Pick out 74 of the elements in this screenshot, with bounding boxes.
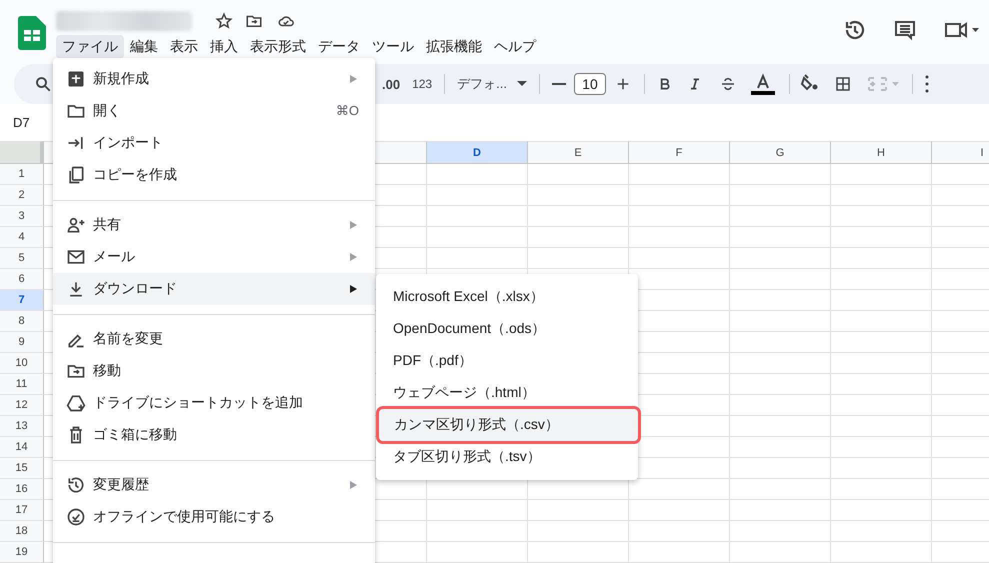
menu-bar-item[interactable]: ヘルプ bbox=[488, 35, 542, 59]
merge-cells-icon bbox=[866, 75, 900, 93]
row-header[interactable]: 13 bbox=[0, 416, 44, 437]
menu-item[interactable]: 共有 bbox=[53, 209, 375, 241]
menu-item[interactable]: メール bbox=[53, 241, 375, 273]
borders-icon bbox=[834, 75, 852, 93]
menu-bar-item[interactable]: ファイル bbox=[56, 35, 124, 59]
menu-item[interactable]: インポート bbox=[53, 127, 375, 159]
menu-item[interactable]: 開く ⌘O bbox=[53, 95, 375, 127]
menu-bar-item[interactable]: データ bbox=[312, 35, 366, 59]
star-icon bbox=[215, 12, 233, 30]
number-format-button[interactable]: 123 bbox=[412, 77, 432, 91]
column-header[interactable]: D bbox=[427, 141, 528, 164]
column-header[interactable]: G bbox=[730, 141, 831, 164]
plus-sheet-icon bbox=[66, 69, 86, 89]
drive-add-icon bbox=[66, 393, 86, 413]
row-header[interactable]: 1 bbox=[0, 164, 44, 185]
row-header[interactable]: 17 bbox=[0, 500, 44, 521]
menu-bar-item[interactable]: 編集 bbox=[124, 35, 164, 59]
row-header[interactable]: 8 bbox=[0, 311, 44, 332]
menu-item[interactable]: 名前を変更 bbox=[53, 323, 375, 355]
column-header[interactable]: F bbox=[629, 141, 730, 164]
comment-icon[interactable] bbox=[893, 18, 917, 42]
menu-bar-item[interactable]: 挿入 bbox=[204, 35, 244, 59]
row-header[interactable]: 6 bbox=[0, 269, 44, 290]
menu-item[interactable]: ドライブにショートカットを追加 bbox=[53, 387, 375, 419]
row-header[interactable]: 5 bbox=[0, 248, 44, 269]
caret-icon bbox=[516, 81, 527, 87]
row-header[interactable]: 11 bbox=[0, 374, 44, 395]
menu-item[interactable]: ゴミ箱に移動 bbox=[53, 419, 375, 451]
row-header[interactable]: 2 bbox=[0, 185, 44, 206]
history-icon bbox=[66, 475, 86, 495]
submenu-item[interactable]: Microsoft Excel（.xlsx） bbox=[376, 281, 638, 313]
menu-item[interactable]: コピーを作成 bbox=[53, 159, 375, 191]
submenu-item[interactable]: カンマ区切り形式（.csv） bbox=[376, 406, 641, 444]
column-header[interactable]: E bbox=[528, 141, 629, 164]
decimal-button[interactable]: .00 bbox=[382, 76, 400, 92]
row-header[interactable]: 10 bbox=[0, 353, 44, 374]
menu-bar-item[interactable]: ツール bbox=[366, 35, 420, 59]
row-header[interactable]: 19 bbox=[0, 542, 44, 563]
submenu-item[interactable]: PDF（.pdf） bbox=[376, 345, 638, 377]
submenu-item[interactable]: OpenDocument（.ods） bbox=[376, 313, 638, 345]
column-header[interactable]: I bbox=[932, 141, 989, 164]
text-color-icon[interactable] bbox=[750, 73, 775, 95]
row-header[interactable]: 14 bbox=[0, 437, 44, 458]
row-header[interactable]: 15 bbox=[0, 458, 44, 479]
search-icon[interactable] bbox=[34, 75, 52, 93]
menu-bar-item[interactable]: 表示形式 bbox=[244, 35, 312, 59]
person-add-icon bbox=[66, 215, 86, 235]
menu-item[interactable]: オフラインで使用可能にする bbox=[53, 501, 375, 533]
menu-item[interactable]: 新規作成 bbox=[53, 63, 375, 95]
font-size-field[interactable]: 10 bbox=[574, 73, 606, 95]
minus-icon bbox=[552, 83, 566, 85]
row-header[interactable]: 3 bbox=[0, 206, 44, 227]
sheets-logo-icon[interactable] bbox=[18, 16, 46, 50]
menu-item[interactable]: 変更履歴 bbox=[53, 469, 375, 501]
menu-bar-item[interactable]: 表示 bbox=[164, 35, 204, 59]
menu-bar-item[interactable]: 拡張機能 bbox=[420, 35, 488, 59]
submenu-item[interactable]: ウェブページ（.html） bbox=[376, 377, 638, 409]
menu-item[interactable]: 移動 bbox=[53, 355, 375, 387]
offline-check-icon bbox=[66, 507, 86, 527]
row-header[interactable]: 9 bbox=[0, 332, 44, 353]
column-header[interactable]: H bbox=[831, 141, 932, 164]
submenu-item[interactable]: タブ区切り形式（.tsv） bbox=[376, 441, 638, 473]
row-header[interactable]: 12 bbox=[0, 395, 44, 416]
row-header[interactable]: 7 bbox=[0, 290, 44, 311]
more-icon bbox=[924, 75, 929, 93]
name-box[interactable]: D7 bbox=[13, 115, 30, 130]
font-dropdown[interactable]: デフォ... bbox=[457, 75, 527, 93]
menu-item[interactable]: ダウンロード bbox=[53, 273, 375, 305]
row-header[interactable]: 4 bbox=[0, 227, 44, 248]
row-header[interactable]: 16 bbox=[0, 479, 44, 500]
history-icon[interactable] bbox=[843, 18, 867, 42]
row-header[interactable]: 18 bbox=[0, 521, 44, 542]
